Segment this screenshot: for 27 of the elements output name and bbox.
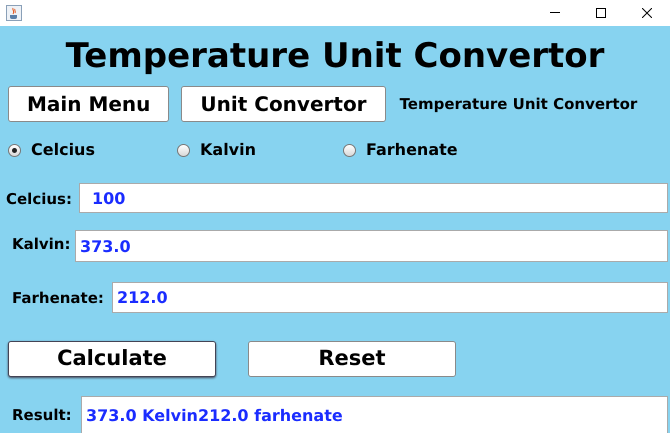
result-field[interactable]: 373.0 Kelvin212.0 farhenate (81, 396, 668, 433)
unit-radio[interactable]: Celcius (8, 138, 177, 162)
radio-button[interactable] (343, 144, 356, 156)
radio-button[interactable] (8, 144, 21, 156)
minimize-icon (550, 12, 560, 14)
radio-label: Celcius (31, 139, 95, 161)
section-label: Temperature Unit Convertor (400, 94, 638, 115)
field-label: Farhenate: (11, 288, 105, 309)
input-field[interactable]: 373.0 (75, 230, 668, 262)
app-title: Temperature Unit Convertor (66, 35, 604, 78)
input-field[interactable]: 100 (79, 183, 668, 213)
action-button[interactable]: Reset (248, 340, 456, 376)
unit-radio[interactable]: Farhenate (343, 138, 503, 162)
close-icon (642, 8, 652, 18)
action-button[interactable]: Calculate (8, 340, 216, 376)
field-label: Celcius: (5, 188, 73, 210)
coffee-cup-icon (6, 5, 22, 21)
radio-button[interactable] (177, 144, 190, 156)
nav-button[interactable]: Main Menu (8, 86, 170, 122)
input-field[interactable]: 212.0 (112, 282, 668, 313)
unit-radio[interactable]: Kalvin (177, 138, 343, 162)
radio-label: Farhenate (366, 139, 458, 161)
field-label: Kalvin: (11, 234, 72, 255)
nav-button[interactable]: Unit Convertor (181, 86, 386, 122)
result-label: Result: (11, 405, 73, 426)
radio-label: Kalvin (200, 139, 256, 161)
maximize-icon (596, 8, 606, 18)
